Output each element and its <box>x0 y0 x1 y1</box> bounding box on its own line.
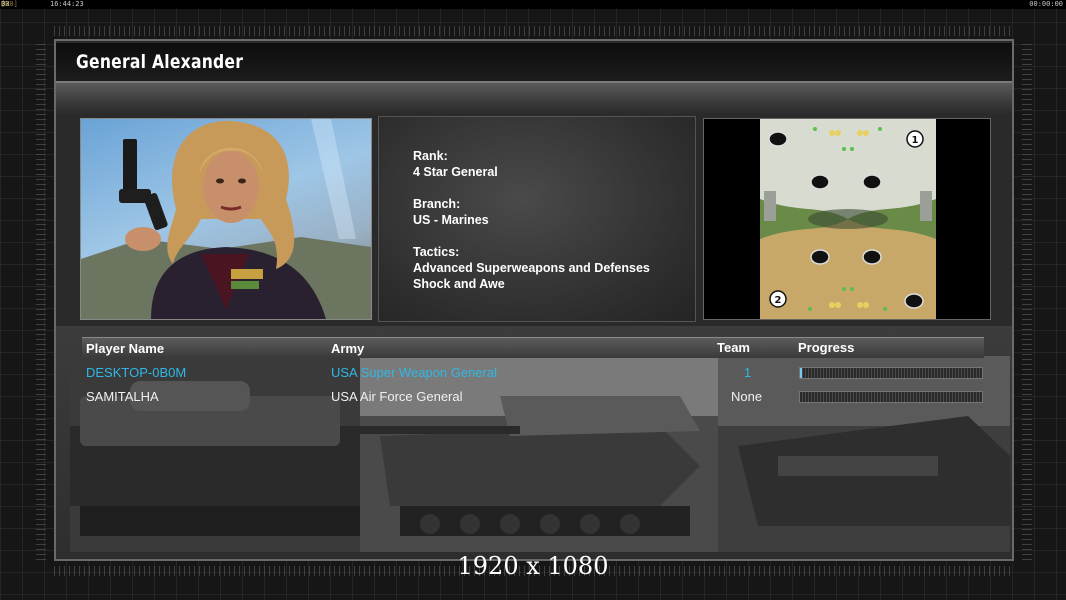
start-position-1: 1 <box>912 135 919 146</box>
progress-fill <box>800 368 802 378</box>
player-team: None <box>731 389 763 404</box>
header-player-name: Player Name <box>86 341 165 356</box>
player-progress-bar <box>799 391 983 403</box>
player-army: USA Air Force General <box>331 389 463 404</box>
rank-value: 4 Star General <box>413 165 498 179</box>
minimap-image: 1 2 <box>760 119 936 319</box>
branch-label: Branch: <box>413 197 461 211</box>
player-name: DESKTOP-0B0M <box>86 365 187 380</box>
title-sub-bar <box>56 83 1012 115</box>
player-team: 1 <box>744 365 752 380</box>
start-position-2: 2 <box>775 295 782 306</box>
header-progress: Progress <box>798 340 855 355</box>
rank-label: Rank: <box>413 149 448 163</box>
title-bar: General Alexander <box>56 43 1012 83</box>
general-portrait <box>80 118 372 320</box>
header-team: Team <box>717 340 750 355</box>
branch-value: US - Marines <box>413 213 489 227</box>
header-army: Army <box>331 341 365 356</box>
tactics-block: Tactics: Advanced Superweapons and Defen… <box>413 244 650 292</box>
timer-readout: 00:00:00 <box>1029 0 1063 8</box>
resolution-watermark: 1920 x 1080 <box>457 552 609 580</box>
fps-cap: [60] <box>1 0 18 8</box>
player-table-header: Player Name Army Team Progress <box>82 337 984 358</box>
player-row: SAMITALHA USA Air Force General None <box>82 386 984 408</box>
map-preview: 1 2 <box>703 118 991 320</box>
tactics-line-1: Advanced Superweapons and Defenses <box>413 261 650 275</box>
right-ruler <box>1022 40 1032 560</box>
branch-block: Branch: US - Marines <box>413 196 489 228</box>
tactics-line-2: Shock and Awe <box>413 277 505 291</box>
player-progress-bar <box>799 367 983 379</box>
fps-overlay: UR 30 32 [60] 16:44:23 00:00:00 <box>0 0 1066 9</box>
clock-readout: 16:44:23 <box>50 0 84 8</box>
top-ruler <box>54 26 1014 36</box>
portrait-illustration <box>81 119 371 319</box>
player-army: USA Super Weapon General <box>331 365 497 380</box>
left-ruler <box>36 40 46 560</box>
general-info-panel: Rank: 4 Star General Branch: US - Marine… <box>378 116 696 322</box>
tactics-label: Tactics: <box>413 245 460 259</box>
rank-block: Rank: 4 Star General <box>413 148 498 180</box>
general-title: General Alexander <box>76 51 244 73</box>
player-name: SAMITALHA <box>86 389 159 404</box>
player-row: DESKTOP-0B0M USA Super Weapon General 1 <box>82 362 984 384</box>
